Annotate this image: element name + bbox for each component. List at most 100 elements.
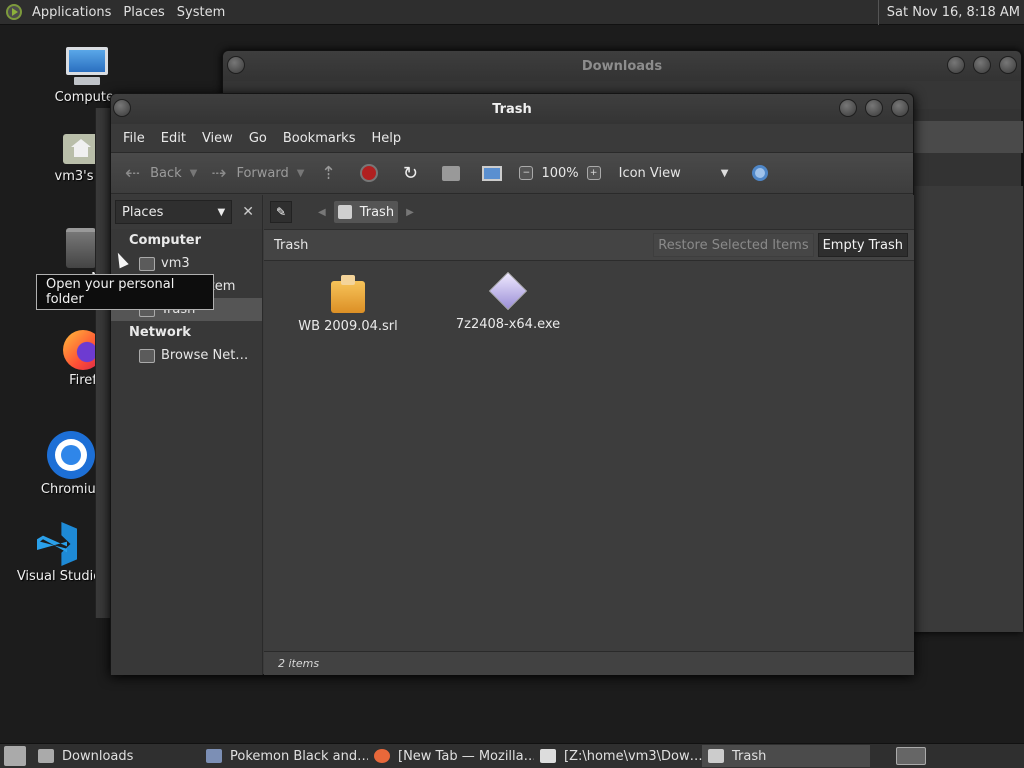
statusbar: 2 items	[264, 651, 914, 675]
task-label: Trash	[732, 748, 767, 764]
close-sidebar-icon[interactable]: ✕	[238, 202, 258, 222]
path-right-arrow-icon[interactable]: ▶	[406, 207, 414, 218]
menu-file[interactable]: File	[117, 131, 151, 146]
restore-selected-button[interactable]: Restore Selected Items	[653, 233, 814, 257]
firefox-icon	[374, 749, 390, 763]
sidebar-item-label: Browse Net…	[161, 348, 249, 363]
stop-icon[interactable]	[355, 159, 383, 187]
file-name: WB 2009.04.srl	[298, 319, 398, 334]
minimize-icon[interactable]	[947, 56, 965, 74]
back-history-icon[interactable]: ▼	[190, 168, 198, 179]
wine-icon	[206, 749, 222, 763]
system-menu[interactable]: System	[171, 0, 231, 25]
maximize-icon[interactable]	[973, 56, 991, 74]
vscode-icon	[37, 522, 81, 566]
reload-icon[interactable]: ↻	[396, 159, 424, 187]
menu-go[interactable]: Go	[243, 131, 273, 146]
zoom-out-icon[interactable]: −	[519, 166, 534, 180]
network-icon	[139, 348, 155, 363]
trash-icon	[66, 228, 96, 268]
file-icon-grid: WB 2009.04.srl 7z2408-x64.exe	[264, 261, 914, 641]
zoom-in-icon[interactable]: +	[586, 166, 601, 180]
view-mode-select[interactable]: Icon View ▼	[619, 166, 729, 181]
applications-menu[interactable]: Applications	[26, 0, 117, 25]
applications-logo-icon[interactable]	[6, 4, 22, 20]
task-trash[interactable]: Trash	[702, 745, 870, 767]
sidebar-section-network: Network	[129, 325, 191, 340]
sidebar-pane-value: Places	[122, 204, 164, 220]
close-icon[interactable]	[891, 99, 909, 117]
minimize-icon[interactable]	[839, 99, 857, 117]
taskbar: Downloads Pokemon Black and… [New Tab — …	[0, 743, 1024, 768]
file-item[interactable]: 7z2408-x64.exe	[453, 271, 563, 332]
task-firefox[interactable]: [New Tab — Mozilla…	[368, 745, 534, 767]
sidebar-header: Places ▼ ✕	[111, 195, 262, 229]
view-mode-value: Icon View	[618, 165, 681, 181]
desktop-icon-label: Visual Studio	[16, 569, 102, 584]
menu-help[interactable]: Help	[365, 131, 407, 146]
downloads-content	[913, 186, 1023, 632]
home-folder-icon	[139, 256, 155, 271]
sidebar-item-browse-network[interactable]: Browse Net…	[111, 344, 262, 367]
task-downloads[interactable]: Downloads	[32, 745, 200, 767]
trash-window[interactable]: Trash File Edit View Go Bookmarks Help ⇠…	[110, 93, 914, 675]
package-icon	[331, 275, 365, 313]
chromium-icon	[47, 431, 95, 479]
menu-bookmarks[interactable]: Bookmarks	[277, 131, 362, 146]
toolbar: ⇠ Back ▼ ⇢ Forward ▼ ⇡ ↻ − 100% + Icon V…	[111, 152, 913, 194]
window-menu-icon[interactable]	[227, 56, 245, 74]
edit-location-icon[interactable]: ✎	[270, 201, 292, 223]
trash-icon	[708, 749, 724, 763]
task-label: Downloads	[62, 748, 134, 764]
window-menu-icon[interactable]	[113, 99, 131, 117]
empty-trash-button[interactable]: Empty Trash	[817, 233, 908, 257]
places-menu[interactable]: Places	[117, 0, 170, 25]
sidebar-item-label: vm3	[161, 256, 190, 271]
window-title: Trash	[492, 101, 532, 117]
sidebar-pane-select[interactable]: Places ▼	[115, 200, 233, 224]
home-icon[interactable]	[437, 159, 465, 187]
computer-icon[interactable]	[478, 159, 506, 187]
task-label: [New Tab — Mozilla…	[398, 748, 534, 764]
back-label: Back	[150, 165, 182, 181]
menu-view[interactable]: View	[196, 131, 239, 146]
downloads-titlebar[interactable]: Downloads	[223, 51, 1021, 81]
trash-icon	[337, 205, 352, 219]
chevron-down-icon: ▼	[720, 167, 729, 179]
sidebar-item-vm3[interactable]: vm3	[111, 252, 262, 275]
zoom-level: 100%	[541, 165, 579, 181]
trash-info-bar: Trash Restore Selected Items Empty Trash	[264, 229, 914, 261]
file-item[interactable]: WB 2009.04.srl	[293, 275, 403, 334]
file-name: 7z2408-x64.exe	[455, 317, 561, 332]
top-panel: Applications Places System Sat Nov 16, 8…	[0, 0, 1024, 25]
show-desktop-icon[interactable]	[4, 746, 26, 766]
breadcrumb-label: Trash	[359, 204, 395, 220]
maximize-icon[interactable]	[865, 99, 883, 117]
back-button[interactable]: ⇠ Back	[121, 158, 186, 188]
home-folder-icon	[63, 130, 99, 166]
content-pane: ✎ ◀ Trash ▶ Trash Restore Selected Items…	[264, 195, 914, 675]
sidebar-section-computer: Computer	[129, 233, 202, 248]
path-left-arrow-icon[interactable]: ◀	[318, 207, 326, 218]
clock[interactable]: Sat Nov 16, 8:18 AM	[877, 0, 1024, 25]
forward-button[interactable]: ⇢ Forward	[207, 158, 292, 188]
7zip-icon	[540, 749, 556, 763]
trash-titlebar[interactable]: Trash	[111, 94, 913, 124]
task-7zip[interactable]: [Z:\home\vm3\Dow…	[534, 745, 702, 767]
desktop-icon-vscode[interactable]: Visual Studio	[14, 522, 104, 584]
breadcrumb-trash[interactable]: Trash	[333, 201, 399, 223]
close-icon[interactable]	[999, 56, 1017, 74]
folder-icon	[38, 749, 54, 763]
back-arrow-icon: ⇠	[125, 162, 141, 184]
task-pokemon[interactable]: Pokemon Black and…	[200, 745, 368, 767]
executable-icon	[488, 271, 528, 311]
search-icon[interactable]	[746, 159, 774, 187]
menu-edit[interactable]: Edit	[155, 131, 192, 146]
menubar: File Edit View Go Bookmarks Help	[111, 124, 913, 152]
window-title: Downloads	[581, 58, 663, 74]
computer-icon	[64, 47, 110, 87]
forward-history-icon[interactable]: ▼	[297, 168, 305, 179]
trash-applet-icon[interactable]	[896, 747, 926, 765]
task-label: Pokemon Black and…	[230, 748, 368, 764]
up-arrow-icon[interactable]: ⇡	[314, 159, 342, 187]
